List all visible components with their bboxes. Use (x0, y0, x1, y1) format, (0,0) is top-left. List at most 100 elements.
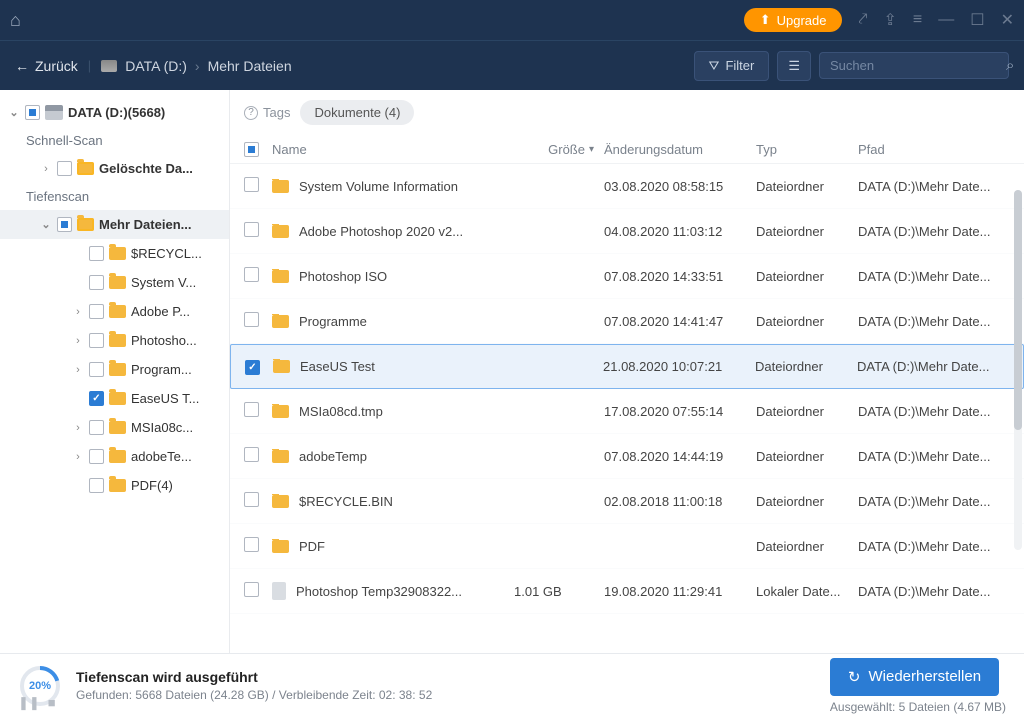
col-type[interactable]: Typ (756, 142, 858, 157)
pause-icon[interactable]: ❚❚ (18, 695, 40, 711)
col-name[interactable]: Name (272, 142, 514, 157)
caret-right-icon[interactable]: › (72, 306, 84, 318)
restore-icon: ↻ (848, 668, 861, 686)
close-icon[interactable]: ✕ (1001, 10, 1014, 30)
table-row[interactable]: Photoshop ISO07.08.2020 14:33:51Dateiord… (230, 254, 1024, 299)
checkbox[interactable] (89, 333, 104, 348)
header-checkbox[interactable] (244, 142, 259, 157)
tree-deleted[interactable]: › Gelöschte Da... (0, 154, 229, 183)
table-row[interactable]: Programme07.08.2020 14:41:47DateiordnerD… (230, 299, 1024, 344)
tree-item[interactable]: $RECYCL... (0, 239, 229, 268)
col-date[interactable]: Änderungsdatum (604, 142, 756, 157)
row-type: Dateiordner (756, 269, 858, 284)
row-date: 07.08.2020 14:33:51 (604, 269, 756, 284)
row-checkbox[interactable] (244, 222, 259, 237)
tree-item[interactable]: ›Adobe P... (0, 297, 229, 326)
table-row[interactable]: System Volume Information03.08.2020 08:5… (230, 164, 1024, 209)
caret-right-icon[interactable]: › (72, 364, 84, 376)
scrollbar-thumb[interactable] (1014, 190, 1022, 430)
caret-right-icon[interactable]: › (72, 422, 84, 434)
col-size[interactable]: Größe▾ (514, 142, 604, 157)
folder-icon (109, 421, 126, 434)
tree-item[interactable]: ›Program... (0, 355, 229, 384)
tree-item-label: MSIa08c... (131, 420, 193, 435)
maximize-icon[interactable]: ☐ (970, 10, 984, 30)
tag-dokumente[interactable]: Dokumente (4) (300, 100, 414, 125)
filter-label: Filter (725, 58, 754, 73)
row-checkbox[interactable] (244, 267, 259, 282)
row-checkbox[interactable] (244, 537, 259, 552)
folder-icon (272, 495, 289, 508)
row-type: Dateiordner (755, 359, 857, 374)
row-path: DATA (D:)\Mehr Date... (858, 269, 1010, 284)
menu-icon[interactable]: ≡ (913, 11, 922, 29)
row-date: 03.08.2020 08:58:15 (604, 179, 756, 194)
stop-icon[interactable]: ■ (48, 695, 56, 711)
drive-icon (45, 105, 63, 120)
folder-icon (109, 450, 126, 463)
chevron-right-icon: › (195, 58, 200, 74)
filter-button[interactable]: ⛛ Filter (694, 51, 770, 81)
checkbox[interactable] (89, 362, 104, 377)
recover-button[interactable]: ↻ Wiederherstellen (830, 658, 999, 696)
tree-more-files[interactable]: ⌄ Mehr Dateien... (0, 210, 229, 239)
checkbox[interactable] (89, 275, 104, 290)
view-list-button[interactable]: ☰ (777, 51, 811, 81)
row-checkbox[interactable] (244, 447, 259, 462)
checkbox[interactable] (89, 420, 104, 435)
nav-separator: | (88, 58, 91, 73)
tree-root[interactable]: ⌄ DATA (D:)(5668) (0, 98, 229, 127)
caret-down-icon[interactable]: ⌄ (8, 106, 20, 119)
col-path[interactable]: Pfad (858, 142, 1010, 157)
checkbox[interactable] (89, 304, 104, 319)
row-type: Dateiordner (756, 224, 858, 239)
caret-right-icon[interactable]: › (40, 163, 52, 175)
checkbox-partial[interactable] (25, 105, 40, 120)
help-icon[interactable]: ? (244, 106, 258, 120)
checkbox[interactable] (89, 246, 104, 261)
caret-right-icon[interactable]: › (72, 451, 84, 463)
caret-down-icon[interactable]: ⌄ (40, 218, 52, 231)
row-checkbox[interactable] (244, 582, 259, 597)
file-icon (272, 582, 286, 600)
tree-item[interactable]: ›Photosho... (0, 326, 229, 355)
tree-item[interactable]: EaseUS T... (0, 384, 229, 413)
row-name: $RECYCLE.BIN (299, 494, 393, 509)
export-icon[interactable]: ⇪ (884, 10, 897, 30)
back-button[interactable]: ← Zurück (15, 58, 78, 74)
minimize-icon[interactable]: — (938, 11, 954, 29)
checkbox[interactable] (89, 449, 104, 464)
tree-item[interactable]: › MSIa08c... (0, 413, 229, 442)
search-input[interactable] (830, 58, 1006, 73)
table-row[interactable]: Photoshop Temp32908322...1.01 GB19.08.20… (230, 569, 1024, 614)
folder-icon (109, 392, 126, 405)
checkbox[interactable] (89, 478, 104, 493)
search-box[interactable]: ⌕ (819, 52, 1009, 79)
checkbox[interactable] (89, 391, 104, 406)
recover-label: Wiederherstellen (868, 668, 981, 685)
share-icon[interactable]: ⤤ (858, 11, 867, 29)
tree-item[interactable]: PDF(4) (0, 471, 229, 500)
table-row[interactable]: EaseUS Test21.08.2020 10:07:21Dateiordne… (230, 344, 1024, 389)
table-row[interactable]: $RECYCLE.BIN02.08.2018 11:00:18Dateiordn… (230, 479, 1024, 524)
table-row[interactable]: adobeTemp07.08.2020 14:44:19DateiordnerD… (230, 434, 1024, 479)
home-icon[interactable]: ⌂ (10, 10, 21, 31)
table-row[interactable]: PDFDateiordnerDATA (D:)\Mehr Date... (230, 524, 1024, 569)
upgrade-button[interactable]: ⬆ Upgrade (744, 8, 843, 32)
caret-right-icon[interactable]: › (72, 335, 84, 347)
tree-item[interactable]: System V... (0, 268, 229, 297)
row-checkbox[interactable] (244, 312, 259, 327)
row-checkbox[interactable] (244, 402, 259, 417)
search-icon[interactable]: ⌕ (1006, 57, 1014, 74)
checkbox[interactable] (57, 161, 72, 176)
media-controls: ❚❚ ■ (18, 695, 56, 711)
content-v-scrollbar[interactable] (1014, 190, 1022, 550)
table-row[interactable]: Adobe Photoshop 2020 v2...04.08.2020 11:… (230, 209, 1024, 254)
row-checkbox[interactable] (244, 492, 259, 507)
row-checkbox[interactable] (244, 177, 259, 192)
row-checkbox[interactable] (245, 360, 260, 375)
tree-item[interactable]: ›adobeTe... (0, 442, 229, 471)
checkbox-partial[interactable] (57, 217, 72, 232)
breadcrumb[interactable]: DATA (D:) › Mehr Dateien (101, 58, 291, 74)
table-row[interactable]: MSIa08cd.tmp17.08.2020 07:55:14Dateiordn… (230, 389, 1024, 434)
